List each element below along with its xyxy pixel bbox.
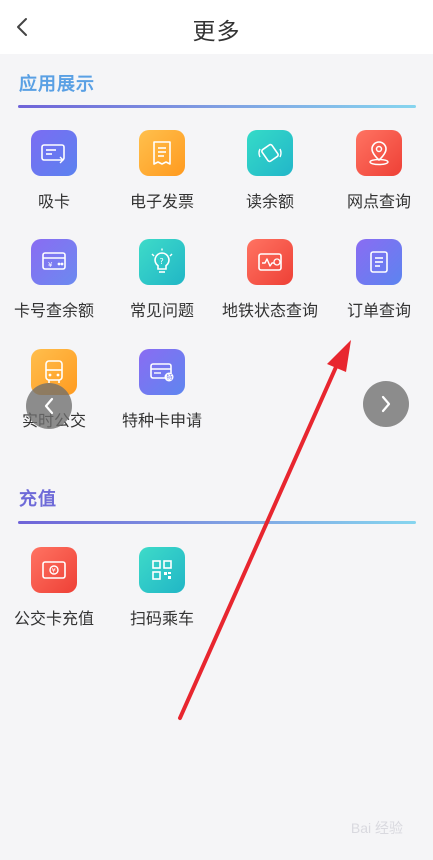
app-label: 订单查询 [346,301,411,320]
bus-card-recharge-icon: ¥ [31,547,77,593]
app-label: 卡号查余额 [13,301,94,320]
app-label: 吸卡 [37,192,70,211]
app-label: 扫码乘车 [129,609,194,628]
app-invoice[interactable]: 电子发票 [108,130,216,226]
lightbulb-icon: ? [139,239,185,285]
carousel-next-button[interactable] [363,381,409,427]
card-absorb-icon [31,130,77,176]
app-order-query[interactable]: 订单查询 [325,239,433,335]
section-title-apps: 应用展示 [19,74,95,95]
app-label: 地铁状态查询 [221,301,318,320]
app-read-balance[interactable]: 读余额 [216,130,324,226]
section-divider [18,521,416,524]
app-label: 读余额 [245,192,294,211]
location-pin-icon [356,130,402,176]
special-card-icon: 特 [139,349,185,395]
qr-code-icon [139,547,185,593]
app-bus-card-recharge[interactable]: ¥ 公交卡充值 [0,547,108,643]
app-outlet-query[interactable]: 网点查询 [325,130,433,226]
app-label: 常见问题 [129,301,194,320]
order-icon [356,239,402,285]
page-title: 更多 [192,19,241,45]
app-faq[interactable]: ? 常见问题 [108,239,216,335]
app-subway-status[interactable]: 地铁状态查询 [216,239,324,335]
app-label: 网点查询 [346,192,411,211]
app-scan-ride[interactable]: 扫码乘车 [108,547,216,643]
nfc-read-icon [247,130,293,176]
app-label: 特种卡申请 [121,411,202,430]
svg-text:特: 特 [167,374,173,382]
chevron-left-icon [44,397,54,415]
section-title-recharge: 充值 [19,489,57,510]
chevron-right-icon [381,395,391,413]
app-card-number-balance[interactable]: ¥ 卡号查余额 [0,239,108,335]
app-label: 电子发票 [129,192,194,211]
carousel-prev-button[interactable] [26,383,72,429]
invoice-icon [139,130,185,176]
section-divider [18,105,416,108]
header-bar: 更多 [0,0,433,54]
app-label: 公交卡充值 [13,609,94,628]
watermark: Bai 经验 [350,820,403,836]
app-card-absorb[interactable]: 吸卡 [0,130,108,226]
card-balance-icon: ¥ [31,239,77,285]
svg-text:¥: ¥ [48,261,53,269]
app-special-card[interactable]: 特 特种卡申请 [108,349,216,445]
subway-status-icon [247,239,293,285]
svg-text:¥: ¥ [52,567,56,575]
svg-text:?: ? [160,257,164,266]
